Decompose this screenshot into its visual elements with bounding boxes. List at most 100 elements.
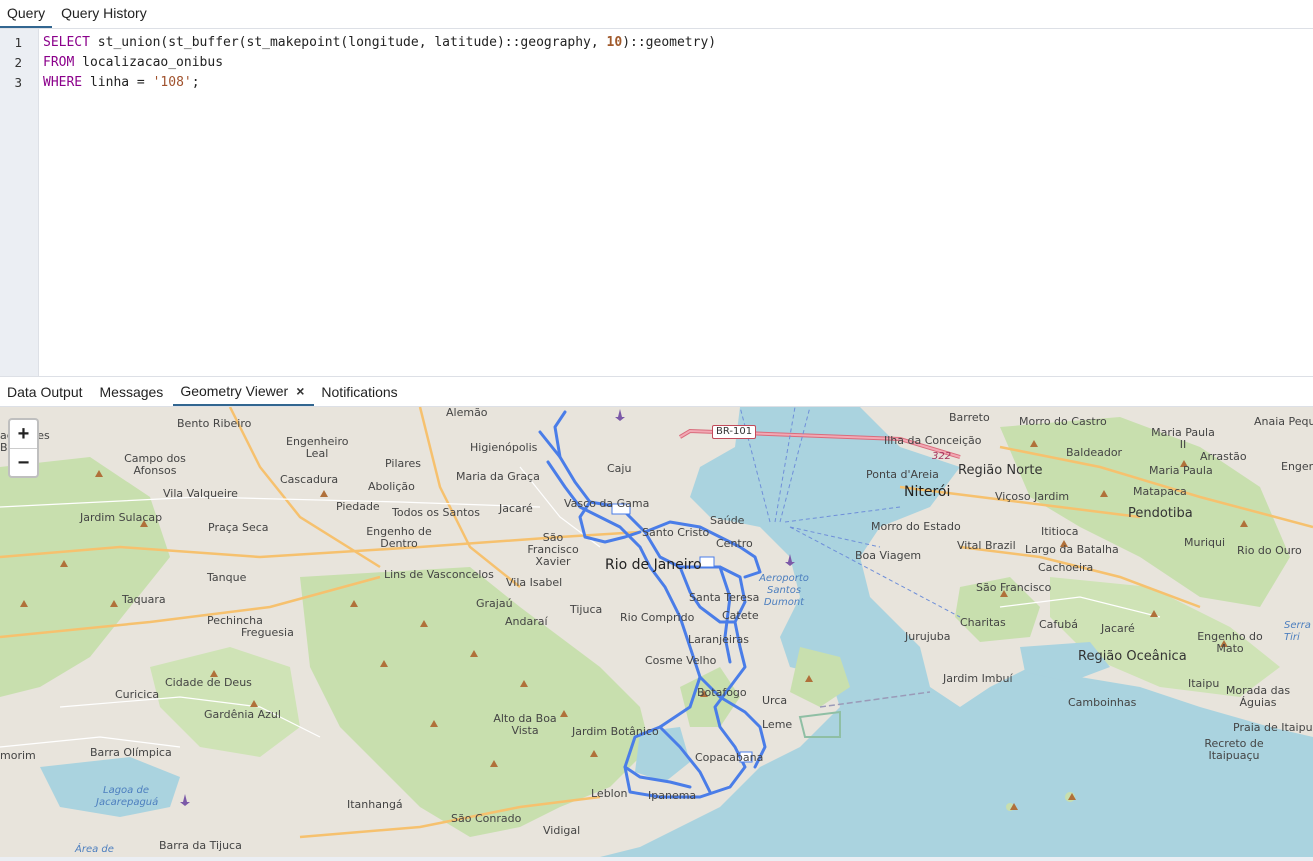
code-text: localizacao_onibus (74, 55, 224, 70)
map-label: Ipanema (648, 789, 697, 802)
map-label: Rio do Ouro (1237, 544, 1302, 557)
map-label: Área de (75, 844, 114, 855)
close-icon[interactable]: × (296, 377, 304, 405)
map-label: Niterói (904, 484, 951, 500)
tab-notifications[interactable]: Notifications (314, 377, 407, 406)
line-number-gutter: 1 2 3 (0, 29, 39, 376)
tab-query-history[interactable]: Query History (54, 0, 154, 28)
map-label: Matapaca (1133, 485, 1187, 498)
tab-query[interactable]: Query (0, 0, 53, 28)
map-label: Leblon (591, 787, 628, 800)
map-label: Praia de Itaipuaçu (1233, 721, 1313, 734)
map-road-shield: BR-101 (712, 425, 757, 439)
map-label: Pilares (385, 457, 422, 470)
map-label: Cafubá (1039, 618, 1078, 631)
map-label: Laranjeiras (688, 633, 749, 646)
map-label: Gardênia Azul (204, 708, 281, 721)
map-label: Jurujuba (905, 630, 951, 643)
map-label: Lagoa de Jacarepaguá (96, 785, 159, 808)
map-label: Freguesia (241, 626, 294, 639)
map-label: Rio Comprido (620, 611, 695, 624)
map-label: Piedade (336, 500, 380, 513)
map-label: Jardim Imbuí (943, 672, 1013, 685)
map-label: Praça Seca (208, 521, 269, 534)
map-label: Camboinhas (1068, 696, 1137, 709)
line-number: 2 (14, 55, 22, 70)
code-text: linha = (82, 75, 153, 90)
line-number: 3 (14, 75, 22, 90)
map-label: Recreto de Itaipuaçu (1204, 737, 1264, 762)
map-label: Arrastão (1200, 450, 1247, 463)
tab-data-output[interactable]: Data Output (0, 377, 93, 406)
map-label: Jacaré (1101, 622, 1135, 635)
map-label: Cosme Velho (645, 654, 717, 667)
result-tab-bar: Data Output Messages Geometry Viewer × No… (0, 377, 1313, 407)
map-label: Vital Brazil (957, 539, 1016, 552)
tab-messages[interactable]: Messages (93, 377, 174, 406)
geometry-map[interactable]: Alemão Bento Ribeiro Engenheiro Leal aga… (0, 407, 1313, 857)
map-label: Botafogo (697, 686, 747, 699)
map-label: Urca (762, 694, 788, 707)
tab-geometry-viewer[interactable]: Geometry Viewer × (173, 377, 315, 406)
code-text: )::geometry) (622, 35, 717, 50)
sql-editor[interactable]: 1 2 3 SELECT st_union(st_buffer(st_makep… (0, 29, 1313, 377)
map-label: Tanque (207, 571, 247, 584)
map-label: Alemão (446, 407, 488, 419)
map-label: Barra da Tijuca (159, 839, 242, 852)
map-label: Baldeador (1066, 446, 1123, 459)
zoom-out-button[interactable]: − (10, 448, 37, 476)
map-label: Engenho do Mato (1197, 630, 1263, 655)
map-label: Curicica (115, 688, 160, 701)
map-label: Alto da Boa Vista (493, 712, 557, 737)
map-label: Região Norte (958, 463, 1043, 478)
sql-keyword: FROM (43, 55, 75, 70)
map-label: Região Oceânica (1078, 649, 1187, 664)
map-label: Morada das Águias (1225, 684, 1291, 709)
map-label: Vila Isabel (506, 576, 563, 589)
map-label: Itaipu (1188, 677, 1220, 690)
map-label: Campo dos Afonsos (124, 452, 186, 477)
map-label: Caju (607, 462, 632, 475)
map-zoom-control: + − (8, 418, 39, 478)
code-line: FROM localizacao_onibus (43, 53, 223, 73)
map-label: Santa Teresa (689, 591, 760, 604)
map-label: Higienópolis (470, 441, 538, 454)
tab-label: Data Output (7, 383, 83, 400)
sql-keyword: SELECT (43, 35, 90, 50)
map-label: Ilha da Conceição (884, 434, 982, 447)
code-text: ; (191, 75, 200, 90)
map-label: Morro do Castro (1019, 415, 1107, 428)
map-label: Grajaú (476, 597, 513, 610)
map-label: São Francisco Xavier (527, 531, 579, 568)
map-label: São Francisco (976, 581, 1052, 594)
map-label: Viçoso Jardim (995, 490, 1070, 503)
map-label: Centro (716, 537, 753, 550)
map-road-number: 322 (932, 451, 952, 462)
map-label: Largo da Batalha (1025, 543, 1119, 556)
map-label: Vila Valqueire (163, 487, 238, 500)
map-label: Cascadura (280, 473, 339, 486)
map-label: Morro do Estado (871, 520, 961, 533)
code-text: st_union(st_buffer(st_makepoint(longitud… (89, 35, 607, 50)
map-label: Ponta d'Areia (866, 468, 939, 481)
map-label: Barreto (949, 411, 990, 424)
map-label: Jacaré (499, 502, 533, 515)
map-label: Copacabana (695, 751, 764, 764)
map-label: Taquara (122, 593, 166, 606)
map-label: Lins de Vasconcelos (384, 568, 494, 581)
query-tab-bar: Query Query History (0, 0, 1313, 29)
map-label: Vasco da Gama (564, 497, 650, 510)
map-label: Rio de Janeiro (605, 557, 702, 573)
map-label: Abolição (368, 480, 415, 493)
zoom-in-button[interactable]: + (10, 420, 37, 448)
sql-keyword: WHERE (43, 75, 83, 90)
bottom-border (0, 857, 1313, 861)
map-label: Vidigal (543, 824, 581, 837)
tab-label: Notifications (321, 383, 398, 400)
map-label: morim (0, 749, 36, 762)
map-label: Itanhangá (347, 798, 403, 811)
map-label: Santo Cristo (642, 526, 710, 539)
map-label: Aeroporto Santos Dumont (759, 573, 809, 608)
sql-number: 10 (606, 35, 623, 50)
code-line: WHERE linha = '108'; (43, 73, 200, 93)
